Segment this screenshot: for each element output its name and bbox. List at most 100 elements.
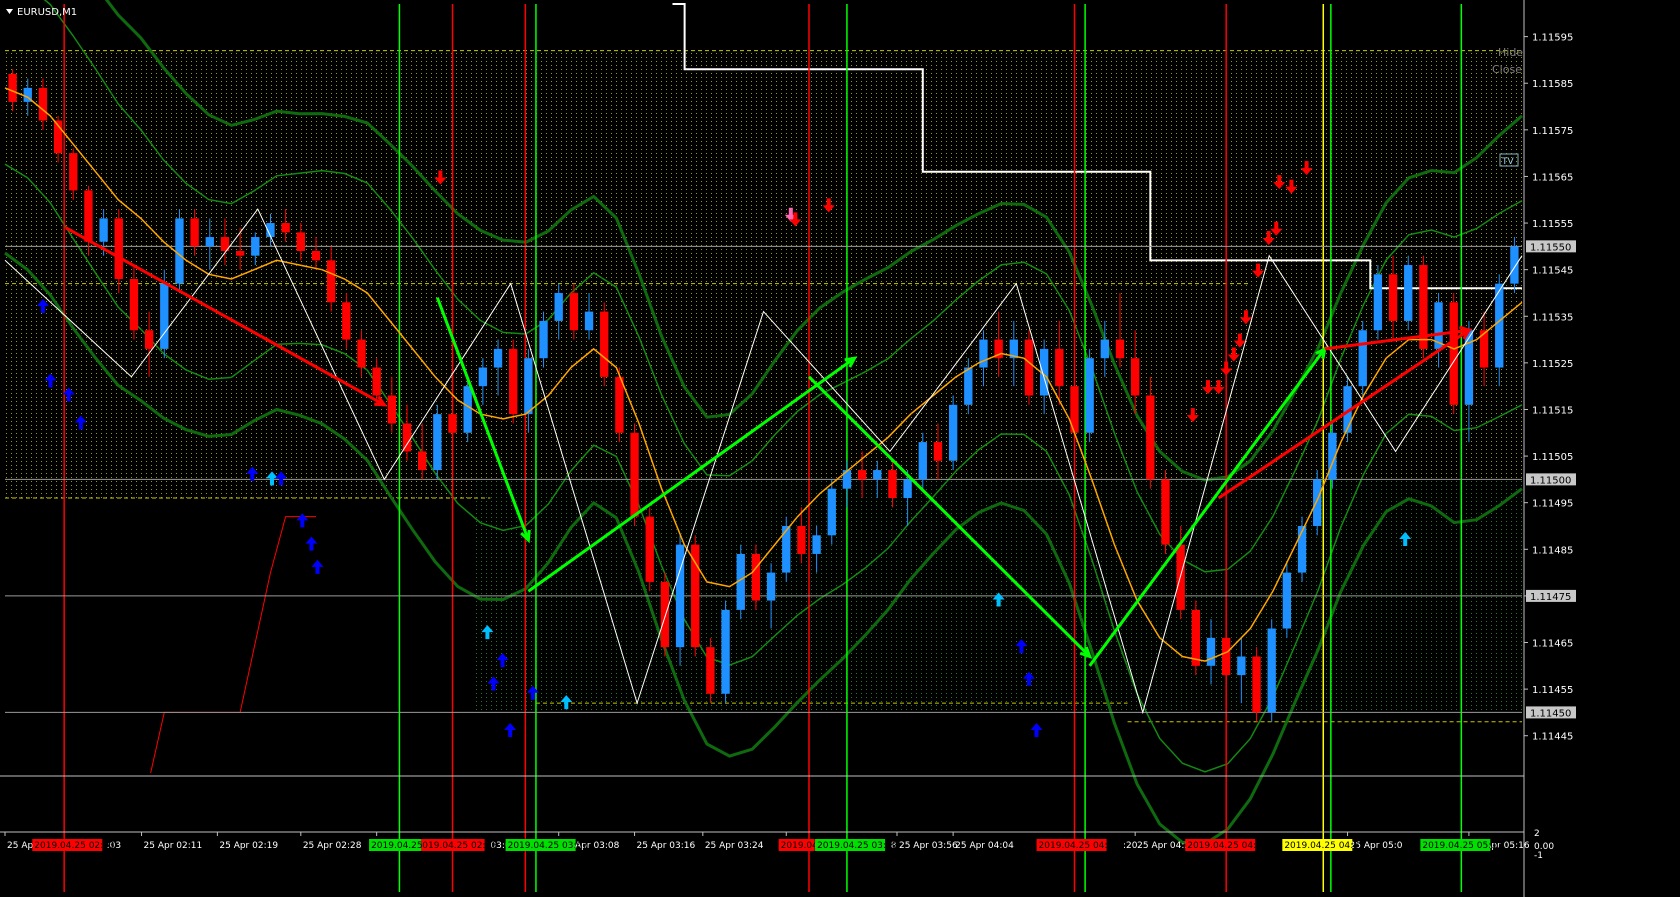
candle <box>948 395 958 471</box>
candle-body <box>235 251 245 256</box>
hide-button[interactable]: Hide <box>1498 46 1523 59</box>
time-tick-label: 25 Apr 03:56 <box>899 841 958 851</box>
candle-body <box>979 339 988 368</box>
candle-body <box>964 367 973 405</box>
candle-body <box>418 451 427 471</box>
symbol-title[interactable]: EURUSD,M1 <box>6 7 77 18</box>
candle-body <box>1237 656 1246 676</box>
candle-body <box>1510 246 1519 284</box>
candle-body <box>827 488 836 536</box>
time-flag-label: 2019.04 <box>781 841 818 851</box>
candle-body <box>114 218 123 279</box>
candle <box>630 423 639 526</box>
candle <box>433 404 442 480</box>
candle-body <box>84 190 93 242</box>
tv-label: TV <box>1501 157 1514 167</box>
price-tick-label: 1.11555 <box>1532 219 1573 230</box>
candle-body <box>402 423 412 452</box>
candle-body <box>524 358 533 415</box>
candle-body <box>1085 358 1094 433</box>
time-flag-yellow: 2019.04.25 04:52 <box>1282 839 1365 851</box>
time-flag-red: 2019.04.25 02:56 <box>414 839 498 851</box>
time-tick-label: :20 <box>1123 841 1138 851</box>
time-tick-label: 25 Apr 02:19 <box>219 841 278 851</box>
candle-body <box>1449 302 1458 405</box>
candle-body <box>1130 358 1140 396</box>
candle-body <box>903 479 912 499</box>
price-tick-label: 1.11585 <box>1532 79 1573 90</box>
price-tick-label: 1.11575 <box>1532 126 1573 137</box>
candle <box>706 637 715 704</box>
sub-axis-label: 2 <box>1534 829 1540 839</box>
candle-body <box>478 367 488 387</box>
candle-body <box>1191 609 1201 666</box>
candle <box>1404 255 1413 331</box>
time-flag-label: 2019.04.25 04:39 <box>1187 841 1268 851</box>
candle-body <box>1282 572 1292 629</box>
price-tick-label: 1.11545 <box>1532 266 1573 277</box>
candle-body <box>342 302 351 340</box>
candle-body <box>8 73 17 102</box>
candle-body <box>38 87 48 121</box>
candle-body <box>433 414 442 471</box>
time-tick-label: 25 Apr 04:04 <box>955 841 1014 851</box>
candle <box>1419 255 1428 359</box>
price-tick-label: 1.11565 <box>1532 172 1573 183</box>
candle <box>751 544 761 610</box>
candle-body <box>1146 395 1155 480</box>
time-flag-green: 2019.04.25 03:07 <box>505 839 588 851</box>
candle-body <box>160 283 169 349</box>
candle-body <box>190 218 199 247</box>
candle-body <box>1222 637 1231 676</box>
candle <box>1085 348 1094 443</box>
time-flag-label: 2019.04.25 <box>371 841 423 851</box>
time-flag-label: 2019.04.25 02:56 <box>417 841 498 851</box>
candle-body <box>463 386 472 433</box>
candle-body <box>129 278 139 331</box>
candle <box>1161 470 1170 554</box>
resistance-zone <box>5 50 1522 499</box>
candle-body <box>584 311 594 331</box>
candle <box>1373 264 1383 340</box>
candle <box>615 367 624 443</box>
candle-body <box>873 470 882 480</box>
price-tick-label: 1.11445 <box>1532 732 1573 743</box>
candle-body <box>175 218 184 284</box>
candle-body <box>1373 274 1383 331</box>
candle-body <box>99 218 108 242</box>
candle-body <box>387 395 397 424</box>
candle-body <box>1252 656 1261 713</box>
time-flag-green: 2019.04.25 <box>369 839 423 851</box>
candle-body <box>311 251 321 261</box>
chart-window[interactable]: 1.11595 1.11585 1.11575 1.11565 1.11555 1.115… <box>0 0 1680 897</box>
candle-body <box>751 553 761 601</box>
price-tick-label: 1.11455 <box>1532 685 1573 696</box>
candle-body <box>1115 339 1125 359</box>
candle-body <box>933 442 943 461</box>
candle-body <box>600 311 609 377</box>
candle-body <box>1313 479 1322 526</box>
price-tick-label: 1.11465 <box>1532 639 1573 650</box>
candle <box>600 302 609 387</box>
time-flag-red: 2019.04.25 04:19 <box>1036 839 1119 851</box>
candle <box>645 507 654 592</box>
candle-body <box>630 432 639 517</box>
candle <box>827 479 836 545</box>
price-chart[interactable]: 1.11595 1.11585 1.11575 1.11565 1.11555 1.115… <box>0 0 1680 897</box>
price-tick-label: 1.11485 <box>1532 545 1573 556</box>
time-flag-green: 2019.04.25 05:11 <box>1420 839 1503 851</box>
candle-body <box>888 470 897 499</box>
candle-body <box>1206 637 1216 666</box>
candle-body <box>691 544 700 648</box>
time-flag-label: 2019.04.25 05:11 <box>1422 841 1502 851</box>
price-tick-label: 1.11505 <box>1532 452 1573 463</box>
candle-body <box>326 260 336 303</box>
candle <box>691 535 700 657</box>
candle-body <box>281 223 290 233</box>
candle-body <box>645 516 654 582</box>
candle-body <box>296 232 305 252</box>
window-title: EURUSD,M1 <box>17 7 77 18</box>
close-button[interactable]: Close <box>1492 63 1522 76</box>
candle-body <box>1388 274 1398 321</box>
candle <box>1191 600 1201 676</box>
